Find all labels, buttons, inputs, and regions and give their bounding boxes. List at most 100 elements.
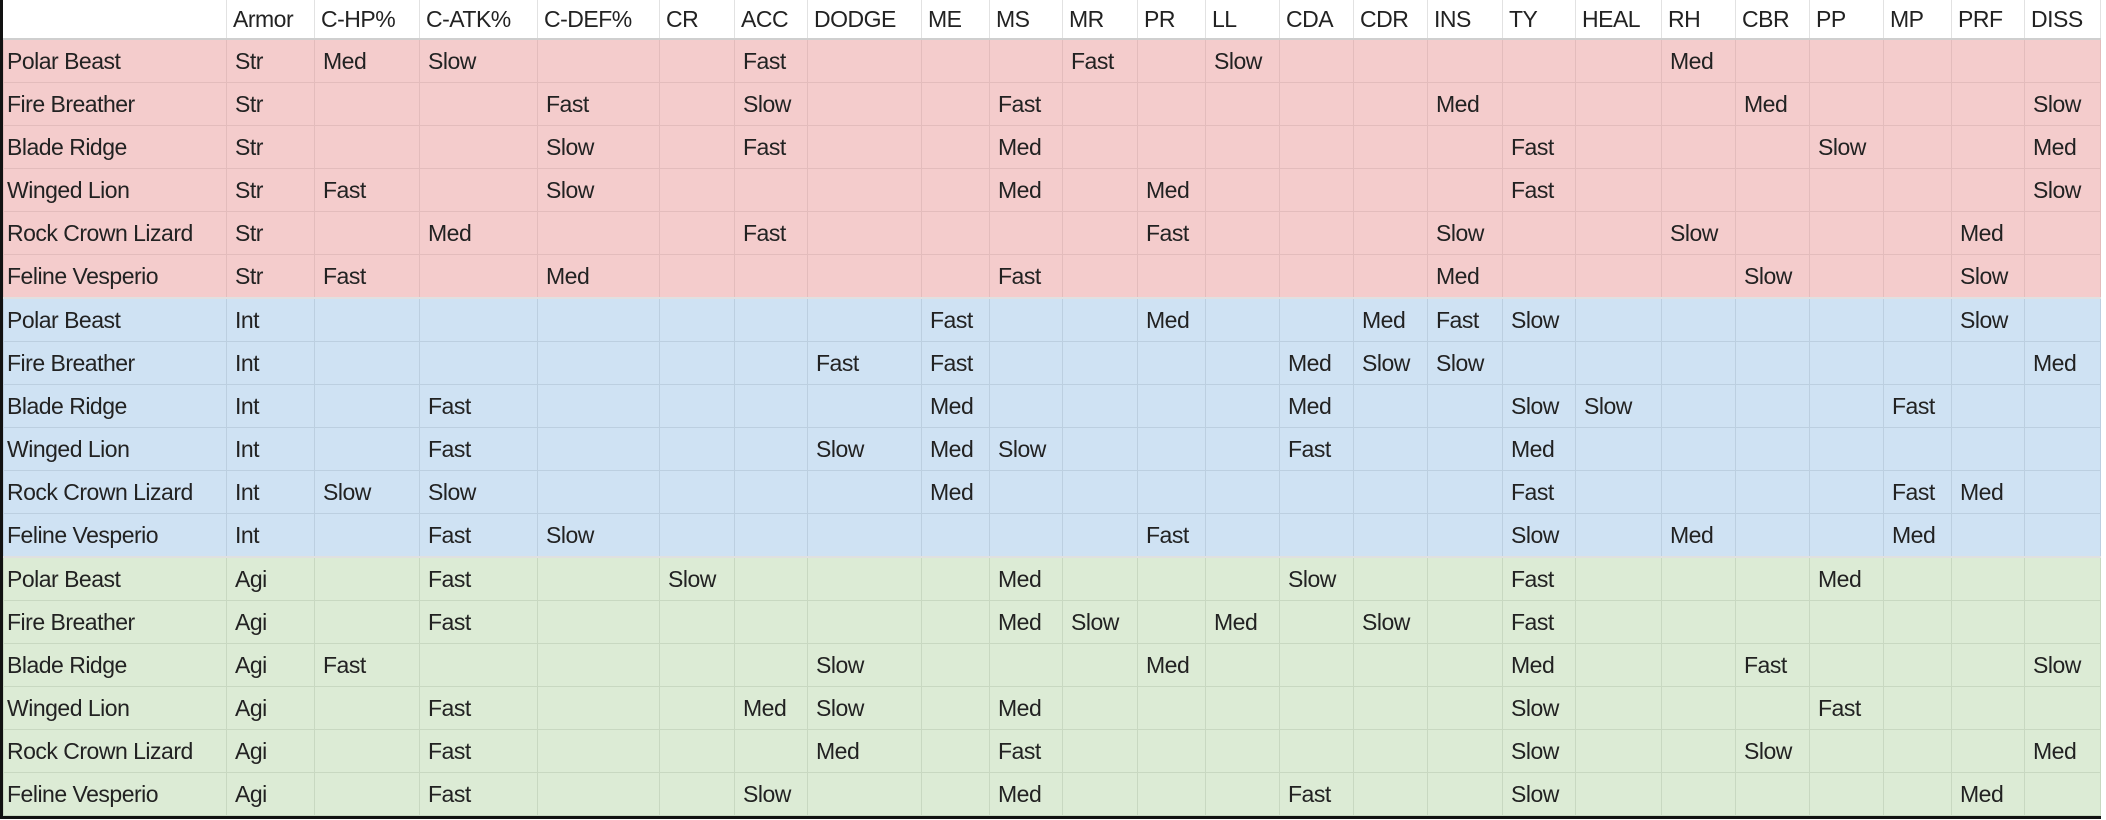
speed-cell[interactable] xyxy=(989,341,1063,385)
creature-name-cell[interactable]: Fire Breather xyxy=(3,600,227,644)
speed-cell[interactable]: Slow xyxy=(1353,600,1428,644)
speed-cell[interactable] xyxy=(2024,556,2101,601)
speed-cell[interactable] xyxy=(1735,513,1810,558)
speed-cell[interactable] xyxy=(314,427,420,471)
speed-cell[interactable]: Fast xyxy=(419,686,538,730)
speed-cell[interactable]: Slow xyxy=(1279,556,1354,601)
speed-cell[interactable] xyxy=(807,211,922,255)
speed-cell[interactable] xyxy=(1353,125,1428,169)
speed-cell[interactable]: Fast xyxy=(419,384,538,428)
speed-cell[interactable]: Med xyxy=(989,168,1063,212)
speed-cell[interactable]: Fast xyxy=(734,38,808,83)
speed-cell[interactable] xyxy=(659,427,735,471)
speed-cell[interactable] xyxy=(1062,513,1138,558)
speed-cell[interactable]: Med xyxy=(989,686,1063,730)
speed-cell[interactable]: Slow xyxy=(419,470,538,514)
speed-cell[interactable] xyxy=(419,297,538,342)
speed-cell[interactable] xyxy=(2024,254,2101,299)
speed-cell[interactable]: Med xyxy=(989,600,1063,644)
speed-cell[interactable] xyxy=(989,643,1063,687)
speed-cell[interactable]: Med xyxy=(807,729,922,773)
speed-cell[interactable] xyxy=(1062,341,1138,385)
speed-cell[interactable] xyxy=(1735,341,1810,385)
speed-cell[interactable] xyxy=(1427,686,1503,730)
speed-cell[interactable] xyxy=(1575,686,1662,730)
speed-cell[interactable] xyxy=(807,254,922,299)
column-header[interactable]: MR xyxy=(1062,0,1138,40)
speed-cell[interactable]: Fast xyxy=(1427,297,1503,342)
speed-cell[interactable] xyxy=(734,643,808,687)
armor-cell[interactable]: Int xyxy=(226,297,315,342)
speed-cell[interactable] xyxy=(1353,211,1428,255)
column-header[interactable]: C-DEF% xyxy=(537,0,660,40)
speed-cell[interactable] xyxy=(1427,513,1503,558)
speed-cell[interactable]: Slow xyxy=(1502,384,1576,428)
speed-cell[interactable] xyxy=(1661,729,1736,773)
speed-cell[interactable] xyxy=(1809,297,1884,342)
creature-name-cell[interactable]: Feline Vesperio xyxy=(3,254,227,299)
speed-cell[interactable]: Fast xyxy=(1137,513,1206,558)
speed-cell[interactable] xyxy=(419,82,538,126)
column-header[interactable]: ACC xyxy=(734,0,808,40)
armor-cell[interactable]: Int xyxy=(226,384,315,428)
speed-cell[interactable] xyxy=(1502,38,1576,83)
speed-cell[interactable]: Fast xyxy=(314,254,420,299)
speed-cell[interactable]: Med xyxy=(1809,556,1884,601)
speed-cell[interactable] xyxy=(2024,600,2101,644)
creature-name-cell[interactable]: Winged Lion xyxy=(3,686,227,730)
speed-cell[interactable] xyxy=(314,82,420,126)
speed-cell[interactable] xyxy=(1883,82,1952,126)
speed-cell[interactable] xyxy=(1353,384,1428,428)
speed-cell[interactable] xyxy=(734,254,808,299)
column-header[interactable]: PRF xyxy=(1951,0,2025,40)
speed-cell[interactable] xyxy=(1575,513,1662,558)
speed-cell[interactable] xyxy=(1883,729,1952,773)
speed-cell[interactable] xyxy=(1735,384,1810,428)
speed-cell[interactable]: Fast xyxy=(419,513,538,558)
speed-cell[interactable] xyxy=(1062,254,1138,299)
speed-cell[interactable]: Slow xyxy=(1735,254,1810,299)
creature-name-cell[interactable]: Polar Beast xyxy=(3,38,227,83)
speed-cell[interactable] xyxy=(921,729,990,773)
speed-cell[interactable]: Med xyxy=(1279,341,1354,385)
speed-cell[interactable]: Slow xyxy=(537,168,660,212)
speed-cell[interactable]: Med xyxy=(1661,38,1736,83)
speed-cell[interactable] xyxy=(659,82,735,126)
speed-cell[interactable]: Slow xyxy=(314,470,420,514)
speed-cell[interactable] xyxy=(1353,772,1428,816)
speed-cell[interactable] xyxy=(1575,600,1662,644)
speed-cell[interactable] xyxy=(1883,772,1952,816)
speed-cell[interactable] xyxy=(1279,643,1354,687)
speed-cell[interactable]: Med xyxy=(989,772,1063,816)
speed-cell[interactable] xyxy=(419,125,538,169)
speed-cell[interactable]: Med xyxy=(1137,297,1206,342)
speed-cell[interactable] xyxy=(1575,297,1662,342)
speed-cell[interactable] xyxy=(807,384,922,428)
speed-cell[interactable]: Med xyxy=(921,384,990,428)
speed-cell[interactable] xyxy=(1062,384,1138,428)
speed-cell[interactable]: Slow xyxy=(734,82,808,126)
speed-cell[interactable] xyxy=(1951,643,2025,687)
speed-cell[interactable]: Med xyxy=(1502,427,1576,471)
speed-cell[interactable] xyxy=(2024,211,2101,255)
column-header[interactable]: MS xyxy=(989,0,1063,40)
speed-cell[interactable] xyxy=(921,125,990,169)
column-header[interactable]: CR xyxy=(659,0,735,40)
speed-cell[interactable]: Med xyxy=(1137,643,1206,687)
speed-cell[interactable]: Med xyxy=(921,427,990,471)
speed-cell[interactable] xyxy=(989,470,1063,514)
speed-cell[interactable] xyxy=(1951,427,2025,471)
speed-cell[interactable] xyxy=(1502,341,1576,385)
speed-cell[interactable] xyxy=(1883,556,1952,601)
creature-name-cell[interactable]: Feline Vesperio xyxy=(3,513,227,558)
speed-cell[interactable] xyxy=(2024,513,2101,558)
speed-cell[interactable] xyxy=(314,729,420,773)
speed-cell[interactable] xyxy=(1575,168,1662,212)
speed-cell[interactable] xyxy=(1735,211,1810,255)
speed-cell[interactable] xyxy=(1137,772,1206,816)
speed-cell[interactable] xyxy=(659,772,735,816)
speed-cell[interactable] xyxy=(807,125,922,169)
speed-cell[interactable]: Med xyxy=(989,125,1063,169)
speed-cell[interactable] xyxy=(1205,384,1280,428)
armor-cell[interactable]: Str xyxy=(226,254,315,299)
